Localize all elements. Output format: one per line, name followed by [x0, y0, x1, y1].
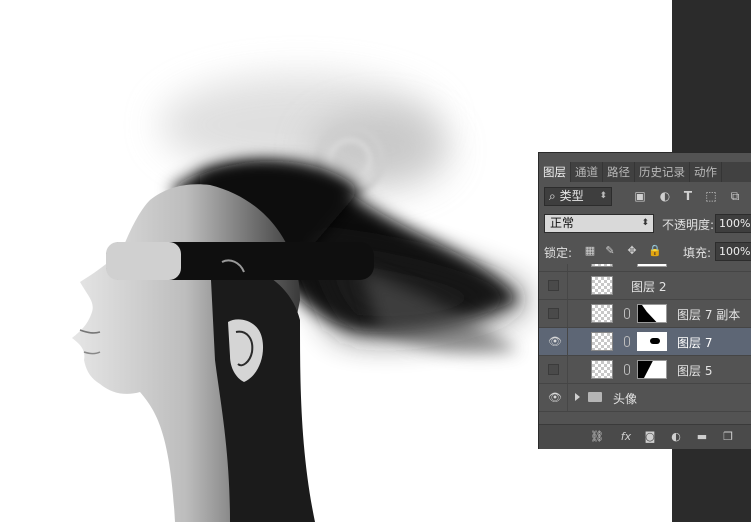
tab-channels[interactable]: 通道 [571, 162, 603, 182]
text-filter-icon[interactable]: T [682, 190, 694, 202]
fx-icon[interactable]: fx [617, 430, 635, 443]
blend-row: 正常 ⬍ 不透明度: 100% [539, 212, 751, 236]
shape-filter-icon[interactable]: ⬚ [705, 190, 717, 202]
smart-object-filter-icon[interactable]: ⧉ [729, 190, 741, 202]
folder-icon [588, 392, 602, 402]
layer-row[interactable]: 图层 5 [539, 356, 751, 384]
panel-tabs: 图层 通道 路径 历史记录 动作 [539, 162, 751, 182]
visibility-toggle[interactable] [548, 364, 559, 375]
tab-layers[interactable]: 图层 [539, 162, 571, 182]
layers-panel: 图层 通道 路径 历史记录 动作 ⌕ 类型 ⬍ ▣ ◐ T ⬚ ⧉ 正常 ⬍ 不… [538, 152, 751, 449]
visibility-separator [567, 272, 568, 299]
filter-kind-label: 类型 [559, 189, 584, 203]
opacity-input[interactable]: 100% [715, 214, 751, 233]
layer-row[interactable]: 图层 7 副本 [539, 300, 751, 328]
image-filter-icon[interactable]: ▣ [634, 190, 646, 202]
visibility-separator [567, 264, 568, 271]
visibility-toggle[interactable] [548, 308, 559, 319]
chevron-updown-icon: ⬍ [641, 218, 649, 228]
layer-thumbnail [591, 360, 613, 379]
fill-label: 填充: [683, 246, 712, 260]
layer-mask-thumbnail [637, 360, 667, 379]
layer-thumbnail [591, 304, 613, 323]
link-layers-icon[interactable]: ⛓ [589, 430, 605, 443]
adjustment-filter-icon[interactable]: ◐ [659, 190, 671, 202]
link-icon[interactable] [624, 336, 630, 347]
layer-thumbnail [591, 332, 613, 351]
eye-icon[interactable]: 👁 [548, 392, 562, 403]
eye-icon[interactable]: 👁 [548, 336, 562, 347]
layer-thumbnail [591, 276, 613, 295]
layer-name[interactable]: 图层 5 [677, 362, 712, 379]
layer-name[interactable]: 图层 7 [677, 334, 712, 351]
tab-actions[interactable]: 动作 [690, 162, 722, 182]
chevron-updown-icon: ⬍ [599, 191, 607, 201]
lock-position-move-icon[interactable]: ✥ [626, 245, 638, 257]
visibility-separator [567, 328, 568, 355]
layer-row-partial[interactable] [539, 264, 751, 272]
search-icon: ⌕ [549, 189, 556, 203]
tab-history[interactable]: 历史记录 [635, 162, 690, 182]
layer-row[interactable]: 图层 2 [539, 272, 751, 300]
fill-input[interactable]: 100% [715, 242, 751, 261]
expand-triangle-icon[interactable] [575, 393, 580, 401]
opacity-label: 不透明度: [662, 218, 715, 232]
panel-bottom-toolbar: ⛓ fx ◙ ◐ ▬ ❐ [539, 424, 751, 449]
layer-row-selected[interactable]: 👁 图层 7 [539, 328, 751, 356]
group-name[interactable]: 头像 [613, 390, 637, 407]
layer-thumbnail [591, 264, 613, 267]
blend-mode-value: 正常 [550, 216, 575, 230]
layer-filter-select[interactable]: ⌕ 类型 ⬍ [544, 187, 612, 206]
layer-mask-thumbnail [637, 304, 667, 323]
visibility-separator [567, 300, 568, 327]
visibility-separator [567, 356, 568, 383]
adjustment-layer-icon[interactable]: ◐ [669, 430, 683, 443]
layer-list[interactable]: 图层 2 图层 7 副本 👁 图层 7 图层 5 👁 头像 [539, 264, 751, 424]
lock-transparency-icon[interactable]: ▦ [584, 245, 596, 257]
visibility-separator [567, 384, 568, 411]
lock-label: 锁定: [544, 246, 573, 260]
blend-mode-select[interactable]: 正常 ⬍ [544, 214, 654, 233]
new-group-icon[interactable]: ▬ [695, 430, 709, 443]
layer-name[interactable]: 图层 7 副本 [677, 306, 740, 323]
layer-group-row[interactable]: 👁 头像 [539, 384, 751, 412]
lock-pixels-brush-icon[interactable]: ✎ [604, 245, 616, 257]
new-layer-icon[interactable]: ❐ [721, 430, 735, 443]
lock-row: 锁定: ▦ ✎ ✥ 🔒 填充: 100% [539, 239, 751, 263]
link-icon[interactable] [624, 364, 630, 375]
lock-all-icon[interactable]: 🔒 [648, 245, 662, 257]
link-icon[interactable] [624, 308, 630, 319]
layer-mask-thumbnail [637, 332, 667, 351]
layer-name[interactable]: 图层 2 [631, 278, 666, 295]
visibility-toggle[interactable] [548, 280, 559, 291]
tab-paths[interactable]: 路径 [603, 162, 635, 182]
layer-mask-thumbnail [637, 264, 667, 267]
add-mask-icon[interactable]: ◙ [643, 430, 657, 443]
filter-row: ⌕ 类型 ⬍ ▣ ◐ T ⬚ ⧉ [539, 184, 751, 210]
